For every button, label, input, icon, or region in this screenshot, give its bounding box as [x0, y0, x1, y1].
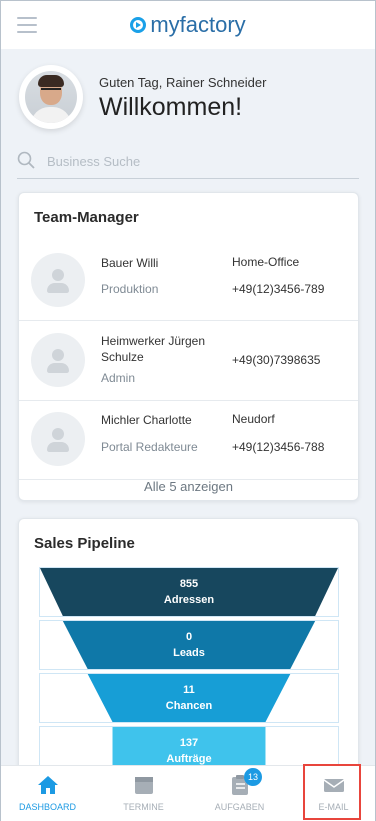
member-role: Produktion [101, 282, 159, 296]
funnel-segment-chancen [87, 674, 291, 722]
member-name: Bauer Willi [101, 256, 159, 270]
aufgaben-count-badge: 13 [244, 768, 262, 786]
member-location: Home-Office [232, 255, 300, 269]
menu-icon[interactable] [17, 17, 37, 33]
welcome-section: Guten Tag, Rainer Schneider Willkommen! [19, 63, 359, 133]
member-location: Neudorf [232, 412, 275, 426]
search-icon[interactable] [17, 151, 35, 169]
nav-aufgaben[interactable]: 13 AUFGABEN [193, 766, 286, 821]
logo-text: myfactory [150, 12, 246, 37]
stage-label: Chancen [165, 700, 213, 712]
team-member-row[interactable]: Heimwerker Jürgen Schulze Admin +49(30)7… [19, 321, 358, 401]
team-member-row[interactable]: Michler Charlotte Portal Redakteure Neud… [19, 400, 358, 480]
search-bar [17, 149, 359, 179]
member-phone[interactable]: +49(12)3456-789 [232, 282, 324, 296]
stage-label: Leads [173, 647, 205, 659]
team-manager-card: Team-Manager Bauer Willi Produktion Home… [18, 192, 359, 501]
nav-termine[interactable]: TERMINE [97, 766, 190, 821]
top-bar: myfactory [1, 1, 375, 49]
member-phone[interactable]: +49(30)7398635 [232, 353, 320, 367]
user-photo [25, 71, 77, 123]
stage-value: 0 [185, 631, 193, 643]
stage-value: 855 [179, 578, 199, 590]
nav-termine-label: TERMINE [123, 802, 164, 812]
stage-label: Adressen [163, 594, 215, 606]
member-role: Portal Redakteure [101, 440, 198, 454]
home-icon [38, 776, 58, 794]
show-all-link[interactable]: Alle 5 anzeigen [19, 479, 358, 501]
nav-dashboard-label: DASHBOARD [18, 802, 76, 812]
member-phone[interactable]: +49(12)3456-788 [232, 440, 324, 454]
pipeline-stage-chancen[interactable]: 11 Chancen [39, 673, 339, 723]
pipeline-stage-adressen[interactable]: 855 Adressen [39, 567, 339, 617]
person-placeholder-icon [31, 253, 85, 307]
team-manager-title: Team-Manager [34, 209, 139, 226]
nav-dashboard[interactable]: DASHBOARD [1, 766, 94, 821]
avatar[interactable] [19, 65, 83, 129]
calendar-icon [135, 777, 153, 794]
sales-pipeline-title: Sales Pipeline [34, 535, 135, 552]
stage-value: 137 [179, 737, 199, 749]
email-highlight-box [303, 764, 361, 820]
stage-value: 11 [183, 684, 195, 696]
member-name: Heimwerker Jürgen Schulze [101, 334, 206, 364]
stage-label: Aufträge [166, 753, 212, 765]
logo-icon [130, 17, 147, 33]
person-placeholder-icon [31, 412, 85, 466]
search-input[interactable] [47, 151, 347, 171]
funnel-segment-adressen [40, 568, 338, 616]
person-placeholder-icon [31, 333, 85, 387]
pipeline-stage-leads[interactable]: 0 Leads [39, 620, 339, 670]
member-name: Michler Charlotte [101, 413, 192, 427]
funnel-segment-leads [62, 621, 316, 669]
greeting-text: Guten Tag, Rainer Schneider [99, 75, 267, 90]
app-logo[interactable]: myfactory [130, 12, 246, 38]
sales-pipeline-card: Sales Pipeline 855 Adressen 0 Leads 11 C… [18, 518, 359, 778]
nav-aufgaben-label: AUFGABEN [214, 802, 265, 812]
member-role: Admin [101, 371, 136, 385]
welcome-title: Willkommen! [99, 93, 243, 121]
team-member-row[interactable]: Bauer Willi Produktion Home-Office +49(1… [19, 241, 358, 321]
